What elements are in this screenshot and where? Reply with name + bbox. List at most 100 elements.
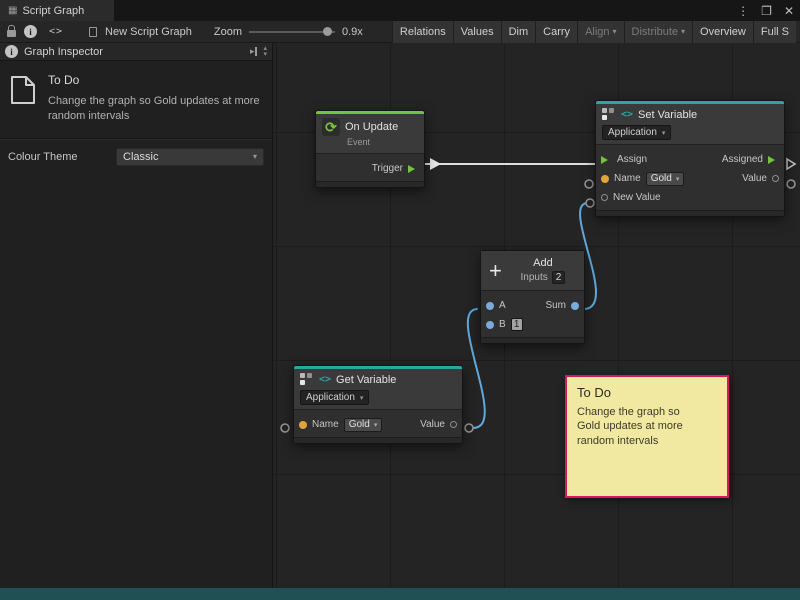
relations-button[interactable]: Relations bbox=[392, 21, 453, 43]
sum-port-label: Sum bbox=[545, 300, 566, 311]
graph-canvas[interactable]: ⟳ On Update Event Trigger <> Set Variabl… bbox=[273, 43, 800, 588]
node-on-update[interactable]: ⟳ On Update Event Trigger bbox=[315, 110, 425, 188]
sticky-note-icon bbox=[10, 75, 36, 105]
port-getvar-name-outer[interactable] bbox=[281, 424, 289, 432]
a-input-port[interactable] bbox=[486, 302, 494, 310]
trigger-port-label: Trigger bbox=[372, 163, 403, 174]
new-value-port-label: New Value bbox=[613, 192, 661, 203]
values-button[interactable]: Values bbox=[453, 21, 501, 43]
dim-button[interactable]: Dim bbox=[501, 21, 536, 43]
zoom-value: 0.9x bbox=[342, 26, 363, 38]
name-port-label: Name bbox=[312, 419, 339, 430]
maximize-icon[interactable]: ❐ bbox=[761, 4, 772, 18]
inputs-label: Inputs bbox=[521, 272, 548, 283]
port-assigned-outer-icon[interactable] bbox=[787, 159, 795, 169]
lock-icon[interactable] bbox=[7, 30, 16, 37]
assigned-output-port[interactable] bbox=[768, 156, 779, 164]
sticky-note-text: Change the graph so Gold updates at more… bbox=[577, 405, 705, 448]
close-icon[interactable]: ✕ bbox=[784, 4, 794, 18]
value-port-label: Value bbox=[742, 173, 767, 184]
distribute-button[interactable]: Distribute▾ bbox=[624, 21, 692, 43]
chevron-down-icon: ▾ bbox=[681, 27, 685, 36]
value-output-port[interactable] bbox=[450, 421, 457, 428]
trigger-output-port[interactable] bbox=[408, 165, 419, 173]
tab-script-graph[interactable]: ▦ Script Graph bbox=[0, 0, 114, 21]
window-menu-icon[interactable]: ⋮ bbox=[737, 4, 749, 18]
tab-title: Script Graph bbox=[22, 5, 84, 17]
overview-button[interactable]: Overview bbox=[692, 21, 753, 43]
fullscreen-button[interactable]: Full S bbox=[753, 21, 796, 43]
chevron-down-icon: ▾ bbox=[676, 175, 680, 183]
todo-title: To Do bbox=[48, 73, 260, 87]
sum-output-port[interactable] bbox=[571, 302, 579, 310]
node-subtitle: Event bbox=[347, 137, 418, 147]
new-value-input-port[interactable] bbox=[601, 194, 608, 201]
inspector-header: i Graph Inspector ▸ ▴ ▾ bbox=[0, 43, 272, 61]
variable-name-dropdown[interactable]: Gold ▾ bbox=[344, 418, 383, 432]
todo-text: Change the graph so Gold updates at more… bbox=[48, 94, 260, 124]
chevron-down-icon: ▾ bbox=[374, 421, 378, 429]
assign-port-label: Assign bbox=[617, 154, 647, 165]
sticky-note[interactable]: To Do Change the graph so Gold updates a… bbox=[565, 375, 729, 498]
port-getvar-value-outer[interactable] bbox=[465, 424, 473, 432]
graph-toolbar: i <> New Script Graph Zoom 0.9x Relation… bbox=[0, 21, 800, 43]
port-setvar-newvalue-outer[interactable] bbox=[586, 199, 594, 207]
port-setvar-value-outer[interactable] bbox=[787, 180, 795, 188]
node-footer bbox=[316, 181, 424, 187]
node-title: Get Variable bbox=[336, 374, 396, 386]
variable-code-icon: <> bbox=[319, 374, 331, 385]
chevron-down-icon: ▾ bbox=[360, 394, 364, 402]
a-port-label: A bbox=[499, 300, 506, 311]
script-graph-asset-icon bbox=[89, 27, 97, 37]
carry-button[interactable]: Carry bbox=[535, 21, 577, 43]
value-port-label: Value bbox=[420, 419, 445, 430]
on-update-icon: ⟳ bbox=[322, 118, 340, 136]
align-button[interactable]: Align▾ bbox=[577, 21, 623, 43]
dock-panel-icon[interactable]: ▸ bbox=[250, 47, 258, 56]
node-add[interactable]: + Add Inputs 2 A Sum bbox=[480, 250, 585, 344]
node-title: Add bbox=[533, 257, 553, 269]
variable-scope-dropdown[interactable]: Application ▾ bbox=[300, 390, 369, 405]
assigned-port-label: Assigned bbox=[722, 154, 763, 165]
add-icon: + bbox=[489, 261, 502, 281]
variable-scope-dropdown[interactable]: Application ▾ bbox=[602, 125, 671, 140]
name-input-port[interactable] bbox=[299, 421, 307, 429]
todo-summary: To Do Change the graph so Gold updates a… bbox=[0, 61, 272, 134]
name-port-label: Name bbox=[614, 173, 641, 184]
name-input-port[interactable] bbox=[601, 175, 609, 183]
value-output-port[interactable] bbox=[772, 175, 779, 182]
variable-name-dropdown[interactable]: Gold ▾ bbox=[646, 172, 685, 186]
chevron-down-icon: ▾ bbox=[613, 27, 617, 36]
node-footer bbox=[294, 437, 462, 443]
flow-arrowhead-icon bbox=[430, 158, 441, 170]
script-graph-tab-icon: ▦ bbox=[8, 5, 17, 16]
inputs-count-field[interactable]: 2 bbox=[552, 271, 566, 284]
scroll-down-icon[interactable]: ▾ bbox=[263, 52, 267, 58]
assign-input-port[interactable] bbox=[601, 156, 612, 164]
node-title: On Update bbox=[345, 121, 398, 133]
inspector-info-icon: i bbox=[5, 45, 18, 58]
code-icon[interactable]: <> bbox=[49, 26, 63, 37]
b-value-field[interactable]: 1 bbox=[511, 318, 523, 331]
colour-theme-dropdown[interactable]: Classic ▾ bbox=[116, 148, 264, 166]
b-input-port[interactable] bbox=[486, 321, 494, 329]
graph-name-label: New Script Graph bbox=[105, 26, 192, 38]
port-setvar-name-outer[interactable] bbox=[585, 180, 593, 188]
colour-theme-label: Colour Theme bbox=[8, 151, 108, 163]
zoom-slider-thumb[interactable] bbox=[323, 27, 332, 36]
node-footer bbox=[596, 210, 784, 216]
variable-code-icon: <> bbox=[621, 109, 633, 120]
variables-icon bbox=[300, 373, 314, 386]
node-set-variable[interactable]: <> Set Variable Application ▾ Assign Ass… bbox=[595, 100, 785, 217]
node-get-variable[interactable]: <> Get Variable Application ▾ Name Gold … bbox=[293, 365, 463, 444]
inspector-title: Graph Inspector bbox=[24, 46, 103, 58]
info-icon[interactable]: i bbox=[24, 25, 37, 38]
status-bar bbox=[0, 588, 800, 600]
zoom-slider[interactable] bbox=[249, 31, 335, 33]
sticky-note-title: To Do bbox=[577, 385, 717, 400]
b-port-label: B bbox=[499, 319, 506, 330]
node-footer bbox=[481, 337, 584, 343]
graph-inspector-panel: i Graph Inspector ▸ ▴ ▾ To Do Change the… bbox=[0, 43, 273, 588]
panel-scrollbar[interactable]: ▴ ▾ bbox=[263, 46, 267, 58]
chevron-down-icon: ▾ bbox=[253, 152, 257, 161]
